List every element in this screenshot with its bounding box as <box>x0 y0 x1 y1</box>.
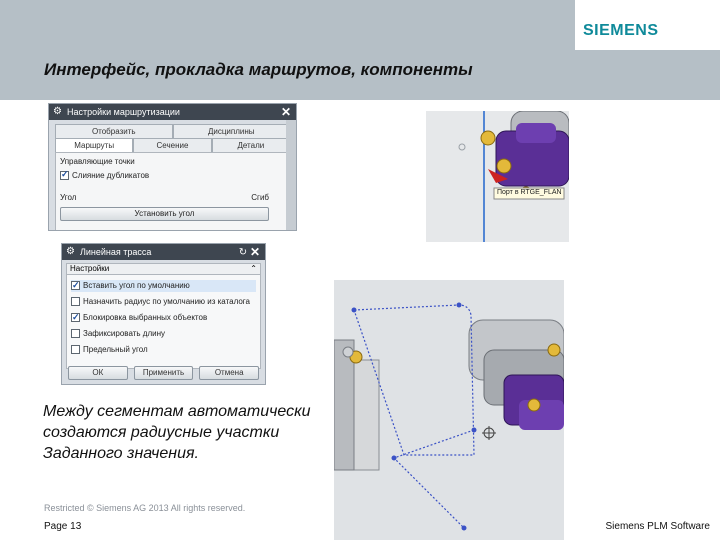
control-points-label: Управляющие точки <box>60 157 135 166</box>
scrollbar[interactable] <box>286 120 296 230</box>
option-row[interactable]: Предельный угол <box>71 344 256 356</box>
page-title: Интерфейс, прокладка маршрутов, компонен… <box>44 60 473 79</box>
bend-label: Сгиб <box>251 193 269 202</box>
close-icon[interactable]: ✕ <box>249 245 261 259</box>
close-icon[interactable]: ✕ <box>280 105 292 119</box>
apply-button[interactable]: Применить <box>133 366 194 380</box>
option-label: Предельный угол <box>83 345 148 354</box>
dialog-title: Настройки маршрутизации <box>67 107 180 117</box>
option-row[interactable]: Назначить радиус по умолчанию из каталог… <box>71 296 256 308</box>
settings-section-header[interactable]: Настройки ⌃ <box>66 263 261 275</box>
viewport-port-selection[interactable]: Порт в RTGE_FLAN <box>426 111 569 242</box>
company-name: Siemens PLM Software <box>605 521 711 532</box>
tab-display[interactable]: Отобразить <box>55 124 173 138</box>
option-label: Вставить угол по умолчанию <box>83 281 190 290</box>
gear-icon: ⚙ <box>53 106 62 117</box>
description-line: создаются радиусные участки <box>43 424 280 441</box>
tab-disciplines[interactable]: Дисциплины <box>172 124 290 138</box>
option-row[interactable]: Зафиксировать длину <box>71 328 256 340</box>
copyright-notice: Restricted © Siemens AG 2013 All rights … <box>44 503 246 513</box>
cancel-button[interactable]: Отмена <box>199 366 260 380</box>
page-number: Page 13 <box>44 521 82 532</box>
tab-section[interactable]: Сечение <box>133 138 212 152</box>
tab-routes[interactable]: Маршруты <box>55 138 134 152</box>
option-checkbox[interactable] <box>71 329 80 339</box>
ok-button[interactable]: ОК <box>68 366 128 380</box>
flange-model-illustration <box>458 111 569 242</box>
option-row[interactable]: Блокировка выбранных объектов <box>71 312 256 324</box>
routing-settings-dialog: ⚙ Настройки маршрутизации ✕ Отобразить Д… <box>48 103 297 231</box>
dialog-title: Линейная трасса <box>80 247 152 257</box>
dialog-titlebar: ⚙ Линейная трасса ↻ ✕ <box>62 244 265 260</box>
option-label: Назначить радиус по умолчанию из каталог… <box>83 297 250 306</box>
description-text: Между сегментам автоматически создаются … <box>43 401 333 464</box>
section-title: Настройки <box>70 264 110 273</box>
siemens-logo: SIEMENS <box>583 22 659 39</box>
chevron-up-icon[interactable]: ⌃ <box>250 264 257 274</box>
option-checkbox[interactable] <box>71 280 80 291</box>
dialog-titlebar: ⚙ Настройки маршрутизации ✕ <box>49 104 296 120</box>
merge-duplicates-checkbox[interactable] <box>60 169 69 181</box>
description-line: Заданного значения. <box>43 445 199 462</box>
option-checkbox[interactable] <box>71 345 80 355</box>
reset-icon[interactable]: ↻ <box>237 247 249 258</box>
angle-label: Угол <box>60 193 77 202</box>
port-tooltip: Порт в RTGE_FLAN <box>497 189 562 196</box>
merge-duplicates-option[interactable]: Слияние дубликатов <box>60 169 150 181</box>
set-angle-button[interactable]: Установить угол <box>60 207 269 221</box>
option-label: Блокировка выбранных объектов <box>83 313 208 322</box>
option-checkbox[interactable] <box>71 297 80 307</box>
description-line: Между сегментам автоматически <box>43 403 311 420</box>
routes-panel: Управляющие точки Слияние дубликатов Уго… <box>55 152 290 230</box>
viewport-linear-route[interactable] <box>334 280 564 540</box>
merge-duplicates-label: Слияние дубликатов <box>72 171 150 180</box>
option-row[interactable]: Вставить угол по умолчанию <box>71 280 256 292</box>
option-label: Зафиксировать длину <box>83 329 165 338</box>
tab-parts[interactable]: Детали <box>211 138 290 152</box>
option-checkbox[interactable] <box>71 312 80 323</box>
linear-route-dialog: ⚙ Линейная трасса ↻ ✕ Настройки ⌃ Встави… <box>61 243 266 385</box>
settings-panel: Вставить угол по умолчанию Назначить рад… <box>66 275 261 369</box>
route-model-illustration <box>334 302 564 531</box>
gear-icon: ⚙ <box>66 246 75 257</box>
